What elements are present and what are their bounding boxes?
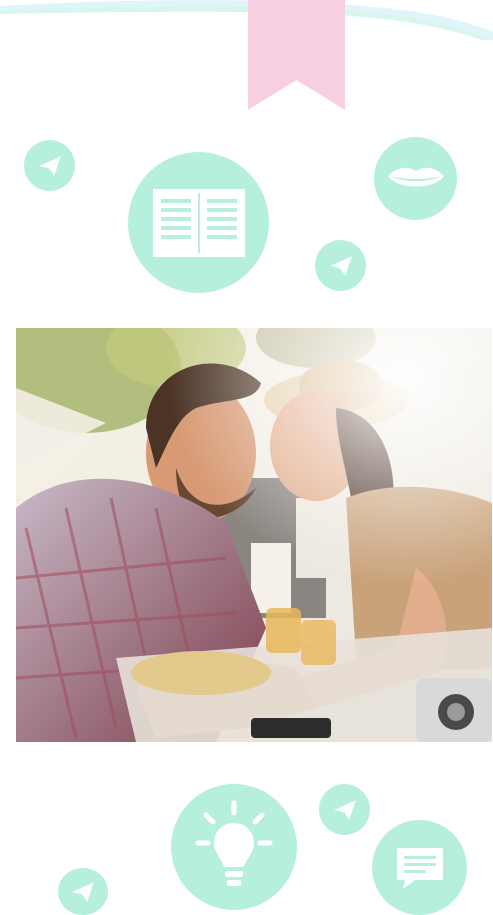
bookmark-ribbon (248, 0, 345, 110)
paper-plane-icon (24, 140, 75, 191)
chat-bubble-icon (372, 820, 467, 915)
paper-plane-icon (315, 240, 366, 291)
couple-at-cafe-photo (16, 328, 492, 742)
paper-plane-icon (58, 868, 108, 915)
book-icon (128, 152, 269, 293)
paper-plane-icon (319, 784, 370, 835)
top-wave-decoration (0, 0, 493, 40)
lips-icon (374, 137, 457, 220)
lightbulb-icon (171, 784, 297, 910)
